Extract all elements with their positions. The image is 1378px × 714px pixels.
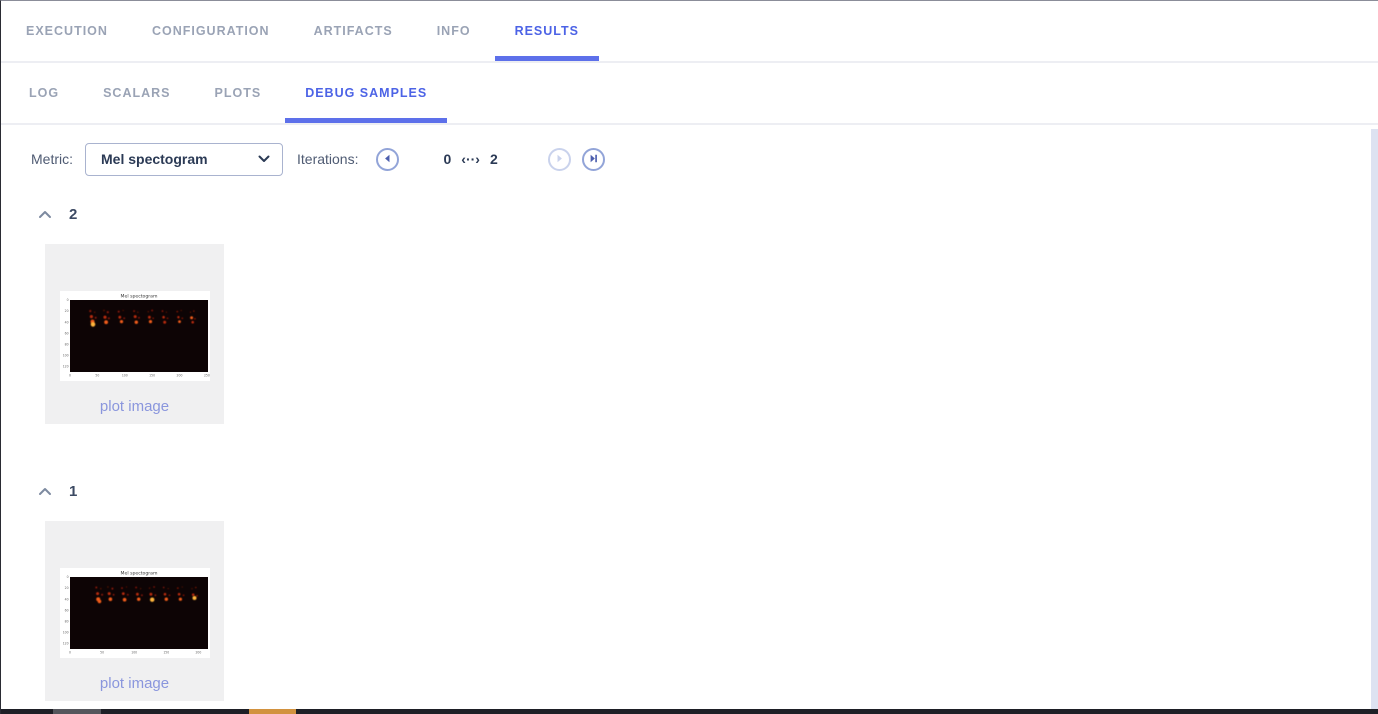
next-iteration-button[interactable] [548,148,571,171]
svg-text:50: 50 [95,374,99,378]
svg-text:0: 0 [69,651,71,655]
secondary-tab-bar: LOG SCALARS PLOTS DEBUG SAMPLES [1,63,1378,125]
svg-text:0: 0 [66,575,68,579]
tab-info[interactable]: INFO [417,1,491,61]
svg-text:80: 80 [64,342,68,346]
debug-sample-card[interactable]: Mel spectogram 0 20 40 60 80 100 120 0 50 100 150 20… [45,244,224,424]
svg-text:Mel spectogram: Mel spectogram [120,570,157,576]
svg-text:200: 200 [176,374,182,378]
svg-text:200: 200 [195,651,201,655]
plot-image-link[interactable]: plot image [100,675,169,692]
chevron-up-icon [38,207,52,222]
tab-configuration[interactable]: CONFIGURATION [132,1,290,61]
section-header: 2 [36,205,1378,224]
svg-text:250: 250 [203,374,209,378]
svg-text:20: 20 [64,309,68,313]
vertical-scrollbar[interactable] [1371,129,1378,709]
tab-artifacts[interactable]: ARTIFACTS [294,1,413,61]
tab-execution[interactable]: EXECUTION [6,1,128,61]
previous-iteration-button[interactable] [376,148,399,171]
debug-samples-toolbar: Metric: Mel spectogram Iterations: 0 ‹··… [31,139,1378,179]
svg-text:20: 20 [64,586,68,590]
skip-to-end-icon [588,152,599,167]
spectrogram-thumbnail[interactable]: Mel spectogram 0 20 40 60 80 100 120 0 50 100 150 20… [60,291,210,381]
svg-text:100: 100 [121,374,127,378]
iteration-min-value: 0 [443,151,451,167]
partial-next-row-segment [249,709,296,714]
chevron-right-circle-icon [554,152,565,167]
svg-text:60: 60 [64,608,68,612]
partial-next-row [1,709,1378,714]
svg-text:60: 60 [64,331,68,335]
iteration-section-2: 2 Mel spectogram 0 20 40 60 80 100 120 0 50 100 150… [1,205,1378,424]
svg-text:40: 40 [64,597,68,601]
svg-text:0: 0 [69,374,71,378]
svg-text:100: 100 [131,651,137,655]
svg-text:120: 120 [62,642,68,646]
iteration-number: 2 [69,206,77,223]
svg-text:80: 80 [64,619,68,623]
tab-log[interactable]: LOG [9,63,79,123]
primary-tab-bar: EXECUTION CONFIGURATION ARTIFACTS INFO R… [1,1,1378,63]
chevron-left-circle-icon [382,152,393,167]
metric-selected-value: Mel spectogram [101,151,208,167]
metric-select[interactable]: Mel spectogram [85,143,283,176]
iteration-max-value: 2 [490,151,498,167]
iterations-label: Iterations: [297,151,358,167]
collapse-section-button[interactable] [36,205,54,224]
svg-text:150: 150 [163,651,169,655]
debug-sample-card[interactable]: Mel spectogram 0 20 40 60 80 100 120 0 50 100 150 20… [45,521,224,701]
svg-text:50: 50 [100,651,104,655]
metric-label: Metric: [31,151,73,167]
svg-text:100: 100 [62,631,68,635]
partial-next-row-segment [53,709,101,714]
tab-debug-samples[interactable]: DEBUG SAMPLES [285,63,447,123]
collapse-section-button[interactable] [36,482,54,501]
section-header: 1 [36,482,1378,501]
svg-text:0: 0 [66,298,68,302]
svg-text:40: 40 [64,320,68,324]
svg-text:150: 150 [149,374,155,378]
iteration-range-icon: ‹··› [461,151,480,167]
svg-text:120: 120 [62,365,68,369]
iteration-section-1: 1 Mel spectogram 0 20 40 60 80 100 120 0 50 100 150… [1,482,1378,701]
chevron-up-icon [38,484,52,499]
chevron-down-icon [258,150,270,168]
spectrogram-thumbnail[interactable]: Mel spectogram 0 20 40 60 80 100 120 0 50 100 150 20… [60,568,210,658]
tab-scalars[interactable]: SCALARS [83,63,190,123]
svg-text:100: 100 [62,354,68,358]
tab-results[interactable]: RESULTS [495,1,599,61]
iteration-number: 1 [69,483,77,500]
plot-image-link[interactable]: plot image [100,398,169,415]
tab-plots[interactable]: PLOTS [195,63,282,123]
svg-text:Mel spectogram: Mel spectogram [120,293,157,299]
last-iteration-button[interactable] [582,148,605,171]
experiment-results-window: EXECUTION CONFIGURATION ARTIFACTS INFO R… [0,0,1378,714]
